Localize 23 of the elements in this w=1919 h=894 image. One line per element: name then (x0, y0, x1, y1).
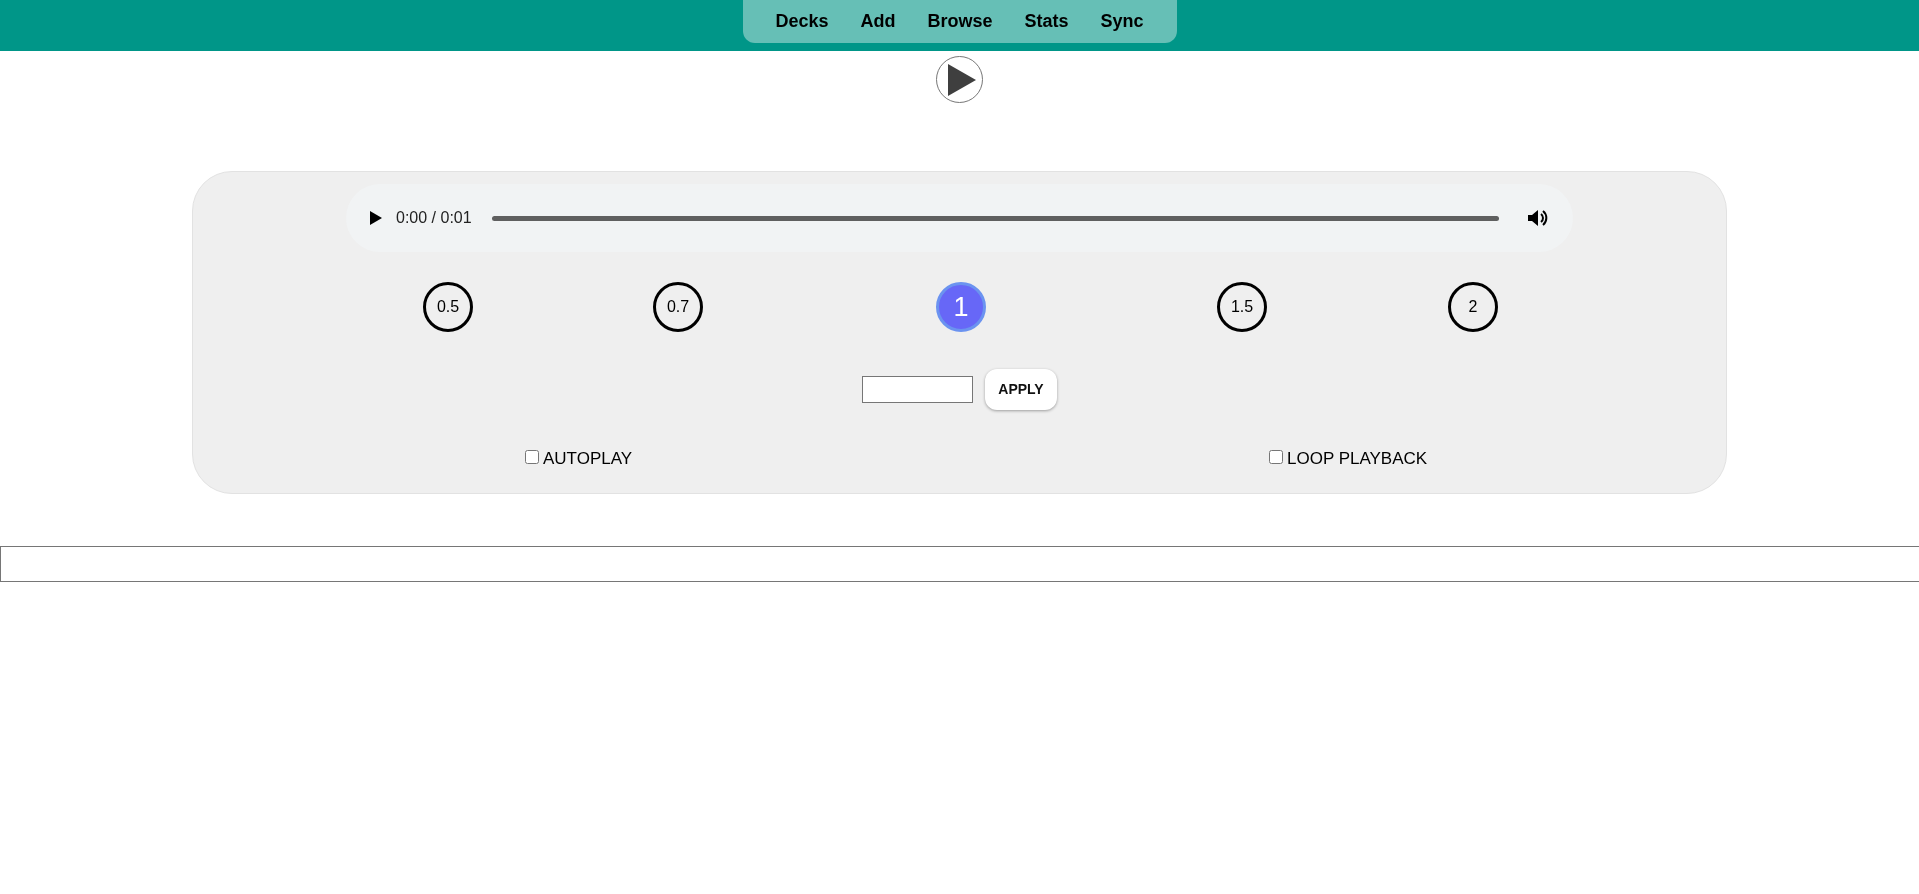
checkbox-label: LOOP PLAYBACK (1287, 448, 1428, 470)
play-icon (948, 63, 976, 96)
play-button[interactable] (936, 56, 983, 103)
nav-link[interactable]: Browse (927, 8, 993, 35)
speed-input[interactable] (862, 376, 974, 403)
apply-button[interactable]: APPLY (985, 369, 1057, 410)
nav-link[interactable]: Sync (1100, 8, 1144, 35)
speed-button[interactable]: 1.5 (1217, 282, 1267, 332)
nav-link[interactable]: Decks (775, 8, 829, 35)
checkbox[interactable] (525, 449, 539, 464)
progress-track[interactable] (491, 215, 1499, 221)
speed-button[interactable]: 0.7 (653, 282, 703, 332)
play-icon[interactable] (370, 211, 382, 225)
checkbox-label: AUTOPLAY (543, 448, 633, 470)
checkbox[interactable] (1269, 449, 1283, 464)
volume-icon[interactable] (1527, 208, 1549, 228)
speed-button[interactable]: 1 (936, 282, 986, 332)
speed-button[interactable]: 2 (1448, 282, 1498, 332)
nav-link[interactable]: Stats (1024, 8, 1069, 35)
nav-link[interactable]: Add (860, 8, 896, 35)
time-display: 0:00 / 0:01 (396, 208, 472, 228)
text-input[interactable] (0, 546, 1919, 582)
speed-button[interactable]: 0.5 (423, 282, 473, 332)
